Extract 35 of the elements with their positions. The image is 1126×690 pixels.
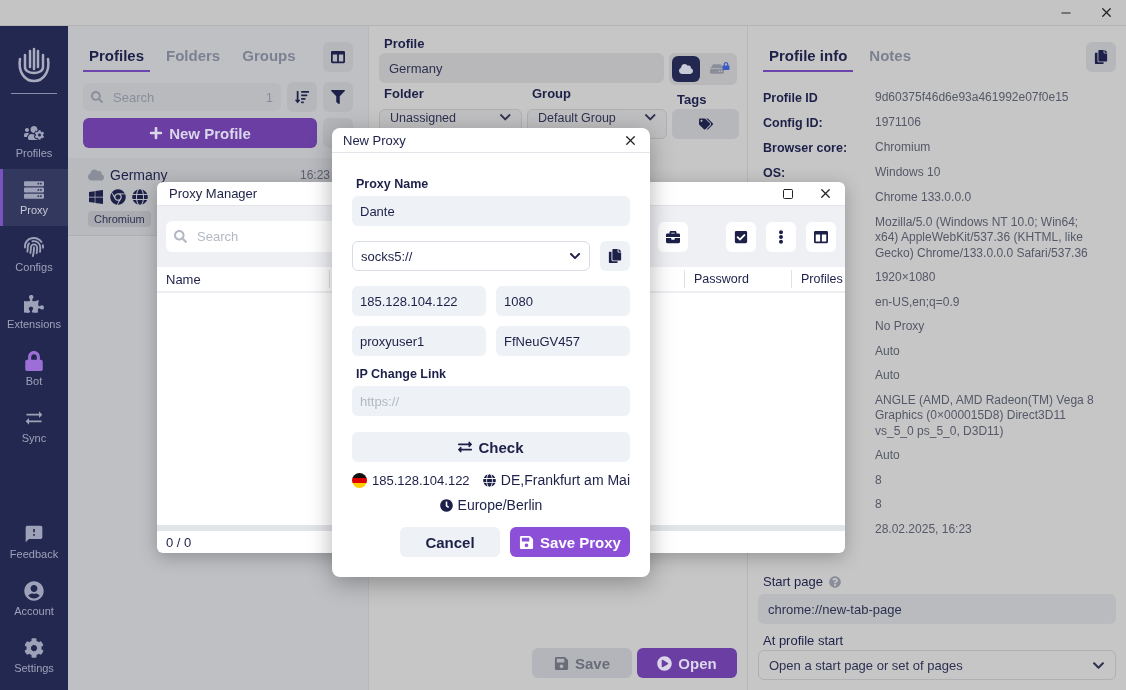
info-value: 1920×1080 xyxy=(875,270,937,286)
field-label: Folder xyxy=(384,86,425,101)
info-value: 1971106 xyxy=(875,115,922,131)
ip-address: 185.128.104.122 xyxy=(372,472,470,488)
window-title: Proxy Manager xyxy=(169,186,258,201)
info-value: 8 xyxy=(875,497,883,513)
info-value: ANGLE (AMD, AMD Radeon(TM) Vega 8 Graphics (0×000015D8) Direct3D11 vs_5_0 ps_5_0, D3D11) xyxy=(875,392,1095,439)
profile-time: 16:23 xyxy=(299,168,330,182)
info-value: Chrome 133.0.0.0 xyxy=(875,190,973,206)
row-count: 0 / 0 xyxy=(166,534,192,550)
field-label: Profile xyxy=(384,36,425,51)
info-label: Config ID: xyxy=(763,115,824,131)
info-value: 9d60375f46d6e93a461992e07f0e15 xyxy=(875,90,1070,106)
info-label: Browser core: xyxy=(763,140,849,156)
info-value: No Proxy xyxy=(875,319,926,335)
field-label: Group xyxy=(532,86,572,101)
browser-tag: Chromium xyxy=(88,211,151,227)
info-value: 8 xyxy=(875,472,883,488)
info-value: Chromium xyxy=(875,140,932,156)
info-value: en-US,en;q=0.9 xyxy=(875,294,961,310)
profile-name: Germany xyxy=(110,167,168,183)
info-value: Auto xyxy=(875,448,901,464)
info-value: Auto xyxy=(875,368,901,384)
field-label: IP Change Link xyxy=(356,367,447,381)
field-label: At profile start xyxy=(763,633,844,648)
field-label: Start page xyxy=(763,574,823,589)
info-value: Windows 10 xyxy=(875,165,942,181)
info-label: Profile ID xyxy=(763,90,819,106)
field-label: Tags xyxy=(677,92,708,107)
timezone: Europe/Berlin xyxy=(457,497,543,513)
info-value: Auto xyxy=(875,343,901,359)
info-label: OS: xyxy=(763,165,787,181)
info-value: Mozilla/5.0 (Windows NT 10.0; Win64; x64) AppleWebKit/537.36 (KHTML, like Gecko) Chrome/133.0.0.0 Safari/537.36 xyxy=(875,214,1089,261)
location: DE,Frankfurt am Mai xyxy=(500,472,630,488)
info-value: 28.02.2025, 16:23 xyxy=(875,521,973,537)
